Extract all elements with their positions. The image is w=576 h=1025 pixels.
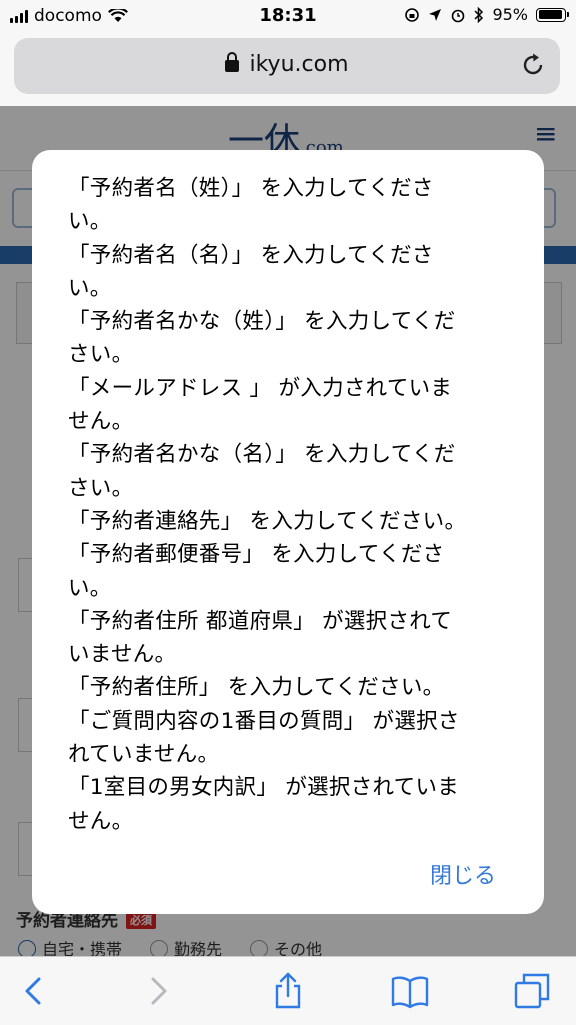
lock-icon	[225, 52, 240, 72]
alert-message-line: 「予約者郵便番号」 を入力してくださ	[68, 542, 445, 568]
bluetooth-icon	[474, 6, 484, 23]
alert-message-line: せん。	[68, 409, 134, 435]
location-icon	[429, 8, 442, 21]
alert-message-line: 「予約者名かな（名）」 を入力してくだ	[68, 442, 456, 468]
address-bar[interactable]: ikyu.com	[14, 38, 560, 94]
alert-message-line: 「1室目の男女内訳」 が選択されていま	[68, 775, 460, 801]
back-icon[interactable]	[14, 971, 54, 1011]
alert-message-line: 「ご質問内容の1番目の質問」 が選択さ	[68, 708, 460, 734]
alert-message-line: 「予約者住所」 を入力してください。	[68, 675, 445, 701]
alarm-icon	[452, 9, 465, 22]
alert-message-line: せん。	[68, 808, 134, 834]
alert-message: 「予約者名（姓）」 を入力してくださ い。 「予約者名（名）」 を入力してくださ い。…	[68, 172, 518, 838]
alert-message-line: さい。	[68, 475, 134, 501]
bookmarks-icon[interactable]	[390, 971, 430, 1011]
alert-message-line: 「予約者名（姓）」 を入力してくださ	[68, 176, 434, 201]
orientation-lock-icon	[405, 7, 420, 22]
battery-icon	[536, 7, 569, 22]
alert-message-line: 「予約者住所 都道府県」 が選択されて	[68, 608, 453, 634]
alert-message-line: いません。	[68, 642, 177, 668]
browser-chrome: ikyu.com	[0, 34, 576, 106]
alert-message-line: 「予約者連絡先」 を入力してください。	[68, 508, 467, 534]
alert-message-line: 「メールアドレス 」 が入力されていま	[68, 375, 453, 401]
alert-message-line: い。	[68, 575, 112, 601]
alert-message-line: い。	[68, 209, 112, 235]
tabs-icon[interactable]	[512, 971, 552, 1011]
share-icon[interactable]	[268, 971, 308, 1011]
browser-toolbar	[0, 956, 576, 1025]
alert-message-line: い。	[68, 275, 112, 301]
close-button[interactable]: 閉じる	[430, 858, 496, 890]
reload-icon[interactable]	[520, 52, 546, 78]
alert-dialog: 「予約者名（姓）」 を入力してくださ い。 「予約者名（名）」 を入力してくださ い。…	[32, 150, 544, 914]
battery-percent: 95%	[492, 5, 528, 24]
alert-message-line: 「予約者名かな（姓）」 を入力してくだ	[68, 309, 456, 335]
alert-message-line: 「予約者名（名）」 を入力してくださ	[68, 242, 434, 268]
url-display[interactable]: ikyu.com	[14, 52, 560, 77]
status-right: 95%	[404, 5, 569, 24]
forward-icon[interactable]	[138, 971, 178, 1011]
alert-message-line: さい。	[68, 342, 134, 368]
alert-message-line: れていません。	[68, 742, 220, 768]
url-text: ikyu.com	[249, 52, 349, 77]
battery-level	[538, 10, 562, 19]
status-bar: docomo 18:31 95%	[0, 0, 576, 34]
